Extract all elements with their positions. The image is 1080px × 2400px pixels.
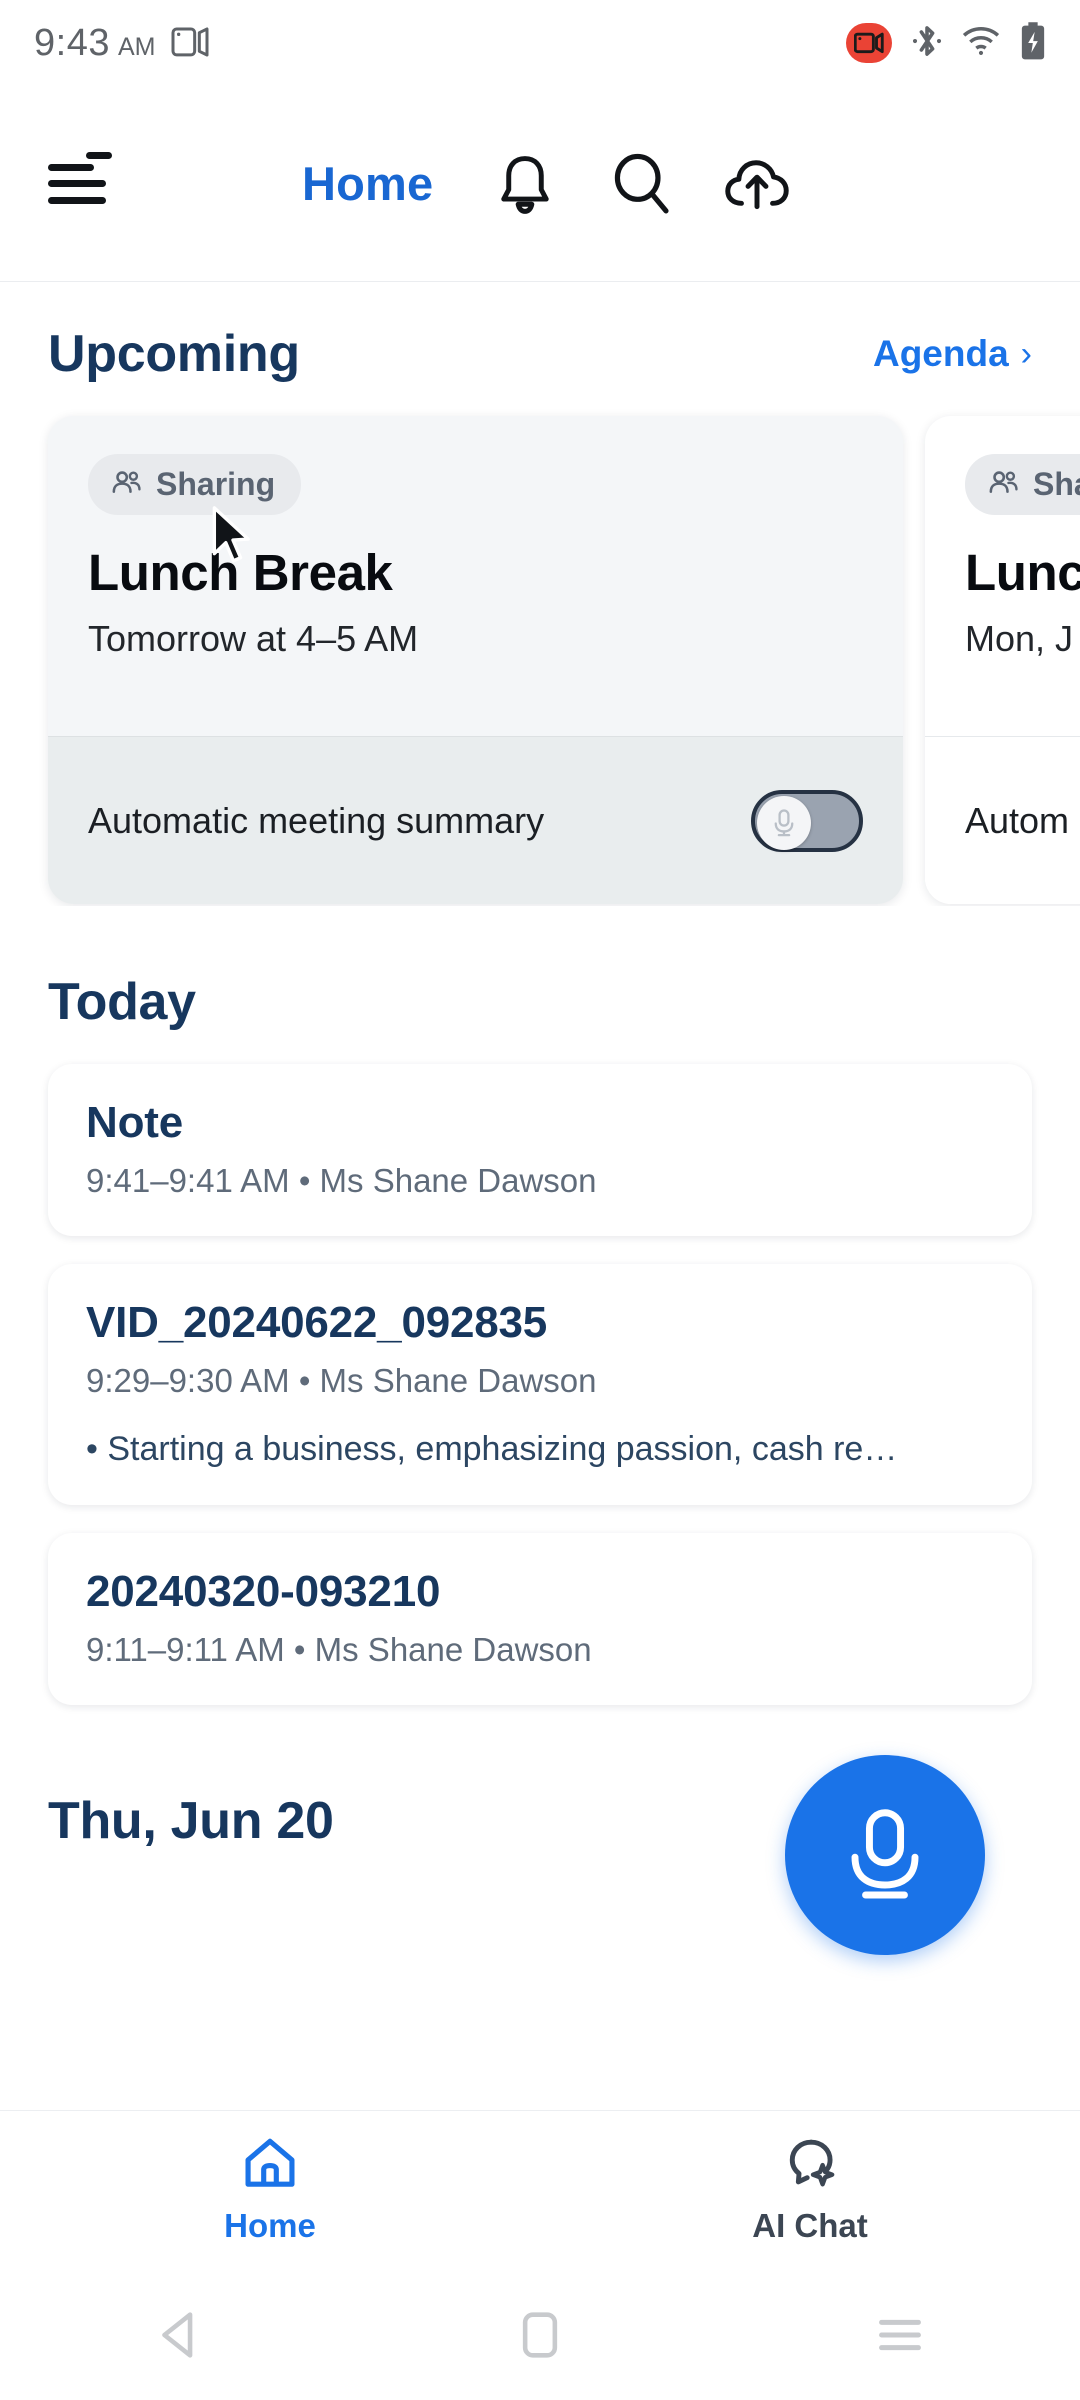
chevron-right-icon: › [1020,334,1032,373]
auto-summary-row: Automatic meeting summary [48,736,903,904]
nav-item-ai-chat[interactable]: AI Chat [540,2136,1080,2245]
upcoming-card[interactable]: Sharing Lunch Break Tomorrow at 4–5 AM A… [48,416,903,904]
bottom-navigation-bar: Home AI Chat [0,2110,1080,2270]
upcoming-card-title: Lunc [965,544,1080,601]
upcoming-carousel[interactable]: Sharing Lunch Break Tomorrow at 4–5 AM A… [0,406,1080,906]
status-badge: Sha [965,454,1080,515]
list-item[interactable]: VID_20240622_092835 9:29–9:30 AM • Ms Sh… [48,1264,1032,1505]
upcoming-card-subtitle: Mon, J [965,618,1074,659]
nav-item-home[interactable]: Home [0,2136,540,2245]
today-list: Note 9:41–9:41 AM • Ms Shane Dawson VID_… [0,1064,1080,1705]
battery-charging-icon [1020,21,1046,66]
bell-icon[interactable] [489,148,561,220]
nav-item-home-label: Home [224,2207,316,2244]
status-clock: 9:43 [34,22,110,64]
app-bar: Home [0,86,1080,282]
upcoming-card-title: Lunch Break [88,544,393,601]
recents-lines-icon[interactable] [840,2290,960,2380]
search-icon[interactable] [605,148,677,220]
microphone-icon [851,1809,919,1899]
video-recording-icon [846,23,892,63]
list-item-meta: 9:29–9:30 AM • Ms Shane Dawson [86,1362,597,1399]
main-content: Upcoming Agenda › Sharing Lunch Break To… [0,282,1080,1851]
page-title: Home [302,157,434,210]
bluetooth-icon [912,22,942,65]
home-icon [242,2136,298,2195]
next-day-heading: Thu, Jun 20 [48,1792,334,1850]
list-item-title: Note [86,1098,183,1147]
agenda-link-label: Agenda [872,333,1009,374]
list-item-summary: • Starting a business, emphasizing passi… [86,1430,898,1468]
status-bar-right [846,21,1046,66]
list-item-meta: 9:11–9:11 AM • Ms Shane Dawson [86,1631,592,1668]
hamburger-menu-icon[interactable] [48,151,112,210]
wifi-icon [962,25,1000,62]
status-badge-label: Sha [1033,466,1080,502]
people-group-icon [110,469,142,500]
hamburger-line [48,196,106,204]
record-fab-button[interactable] [785,1755,985,1955]
list-item[interactable]: Note 9:41–9:41 AM • Ms Shane Dawson [48,1064,1032,1236]
status-badge: Sharing [88,454,302,515]
hamburger-line [48,163,94,171]
status-bar-left: 9:43 AM [34,21,211,65]
auto-summary-row: Autom [925,736,1080,904]
back-triangle-icon[interactable] [120,2290,240,2380]
upcoming-card-subtitle: Tomorrow at 4–5 AM [88,618,419,659]
hamburger-line [48,180,106,187]
list-item-title: 20240320-093210 [86,1567,441,1616]
toggle-knob [757,795,811,850]
home-square-icon[interactable] [480,2290,600,2380]
phone-screen: 9:43 AM Home Upcoming Agenda › Sharing L… [0,0,1080,2400]
nav-item-ai-chat-label: AI Chat [752,2207,868,2244]
upcoming-card-body: Sha Lunc Mon, J [925,416,1080,660]
people-group-icon [987,469,1019,500]
list-item[interactable]: 20240320-093210 9:11–9:11 AM • Ms Shane … [48,1533,1032,1705]
upcoming-card[interactable]: Sha Lunc Mon, J Autom [925,416,1080,904]
auto-summary-label: Autom [965,799,1070,841]
today-heading: Today [48,973,196,1031]
agenda-link[interactable]: Agenda › [873,333,1032,375]
status-clock-ampm: AM [117,33,156,61]
today-section-header: Today [0,906,1080,1064]
menu-notification-dot [86,151,112,159]
microphone-icon [774,808,794,836]
upcoming-card-body: Sharing Lunch Break Tomorrow at 4–5 AM [48,416,903,660]
cloud-upload-icon[interactable] [721,148,793,220]
list-item-meta: 9:41–9:41 AM • Ms Shane Dawson [86,1162,597,1199]
auto-summary-toggle[interactable] [751,789,863,852]
status-bar: 9:43 AM [0,0,1080,86]
system-navigation-bar [0,2270,1080,2400]
upcoming-heading: Upcoming [48,325,300,383]
list-item-title: VID_20240622_092835 [86,1298,548,1347]
screen-record-icon [171,25,211,59]
status-badge-label: Sharing [156,466,276,502]
app-bar-actions [489,148,793,220]
upcoming-section-header: Upcoming Agenda › [0,282,1080,406]
ai-chat-bubble-icon [782,2136,838,2195]
auto-summary-label: Automatic meeting summary [88,799,545,841]
